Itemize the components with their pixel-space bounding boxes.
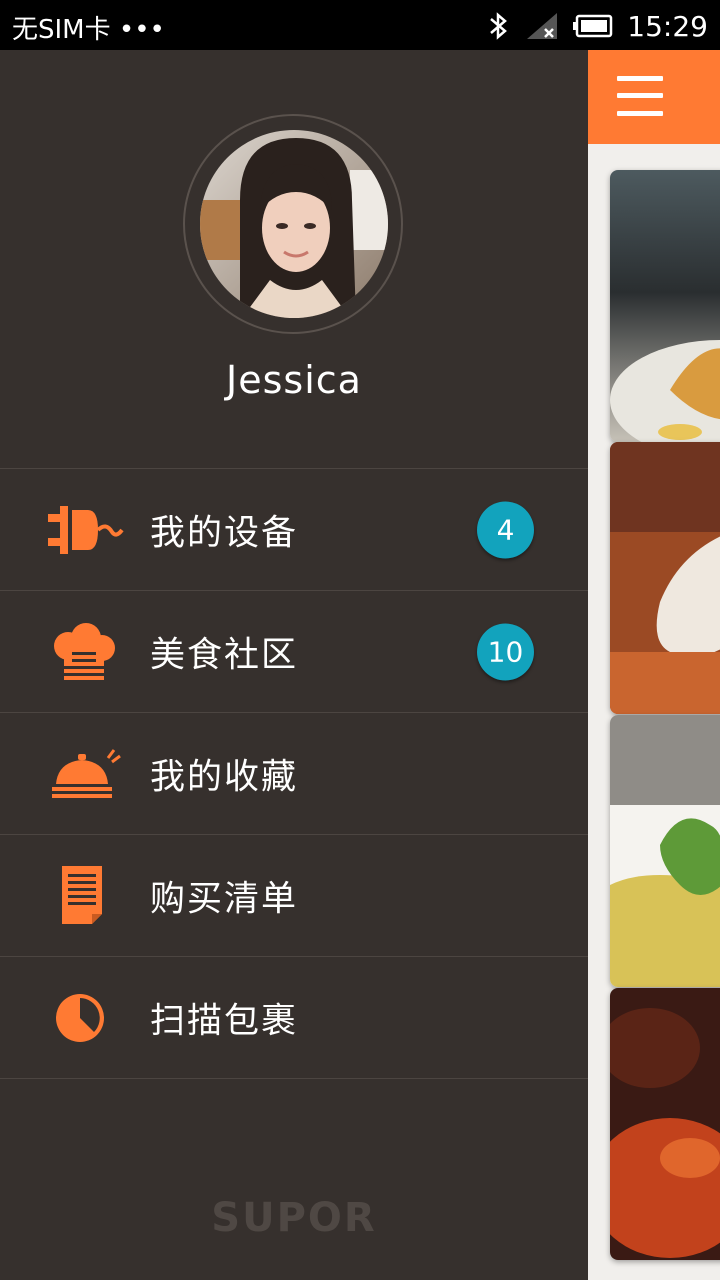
menu-item-food-community[interactable]: 美食社区 10 bbox=[0, 590, 588, 712]
status-bar: 无SIM卡 ••• 15:29 bbox=[0, 0, 720, 50]
menu-item-my-devices[interactable]: 我的设备 4 bbox=[0, 468, 588, 590]
menu-item-favorites[interactable]: 我的收藏 bbox=[0, 712, 588, 834]
battery-icon bbox=[573, 14, 613, 38]
chef-hat-icon bbox=[54, 622, 115, 680]
main-content bbox=[588, 50, 720, 1280]
menu-item-label: 扫描包裹 bbox=[150, 1001, 299, 1041]
food-photo-cooker bbox=[610, 442, 720, 714]
recipe-card[interactable] bbox=[610, 715, 720, 987]
menu-item-label: 购买清单 bbox=[150, 879, 299, 919]
brand-logo: SUPOR bbox=[211, 1195, 377, 1241]
menu-item-shopping-list[interactable]: 购买清单 bbox=[0, 834, 588, 956]
avatar[interactable] bbox=[200, 130, 388, 318]
plug-icon bbox=[48, 505, 124, 554]
list-icon bbox=[62, 865, 102, 924]
devices-count-badge: 4 bbox=[477, 501, 534, 558]
avatar-photo bbox=[200, 130, 388, 318]
food-photo-salad bbox=[610, 715, 720, 987]
cloche-icon bbox=[52, 748, 121, 798]
menu-item-label: 我的设备 bbox=[150, 513, 299, 553]
hamburger-menu-icon[interactable] bbox=[617, 76, 663, 116]
app-bar bbox=[588, 50, 720, 144]
username: Jessica bbox=[226, 358, 362, 402]
recipe-card[interactable] bbox=[610, 442, 720, 714]
food-photo-waffle bbox=[610, 170, 720, 442]
food-photo-stew bbox=[610, 988, 720, 1260]
drawer-menu: 我的设备 4 美食社区 10 我的收藏 购买清单 扫描包裹 bbox=[0, 468, 588, 1079]
clock: 15:29 bbox=[627, 9, 708, 43]
menu-item-scan-package[interactable]: 扫描包裹 bbox=[0, 956, 588, 1079]
community-count-badge: 10 bbox=[477, 623, 534, 680]
carrier-text: 无SIM卡 ••• bbox=[12, 15, 165, 45]
pie-icon bbox=[56, 993, 104, 1042]
recipe-card[interactable] bbox=[610, 170, 720, 442]
menu-item-label: 美食社区 bbox=[150, 635, 299, 675]
navigation-drawer: Jessica 我的设备 4 美食社区 10 我的收藏 购买清单 扫描包裹 SU… bbox=[0, 50, 588, 1280]
signal-icon bbox=[527, 13, 558, 39]
recipe-card[interactable] bbox=[610, 988, 720, 1260]
bluetooth-icon bbox=[490, 12, 508, 40]
menu-item-label: 我的收藏 bbox=[150, 757, 299, 797]
